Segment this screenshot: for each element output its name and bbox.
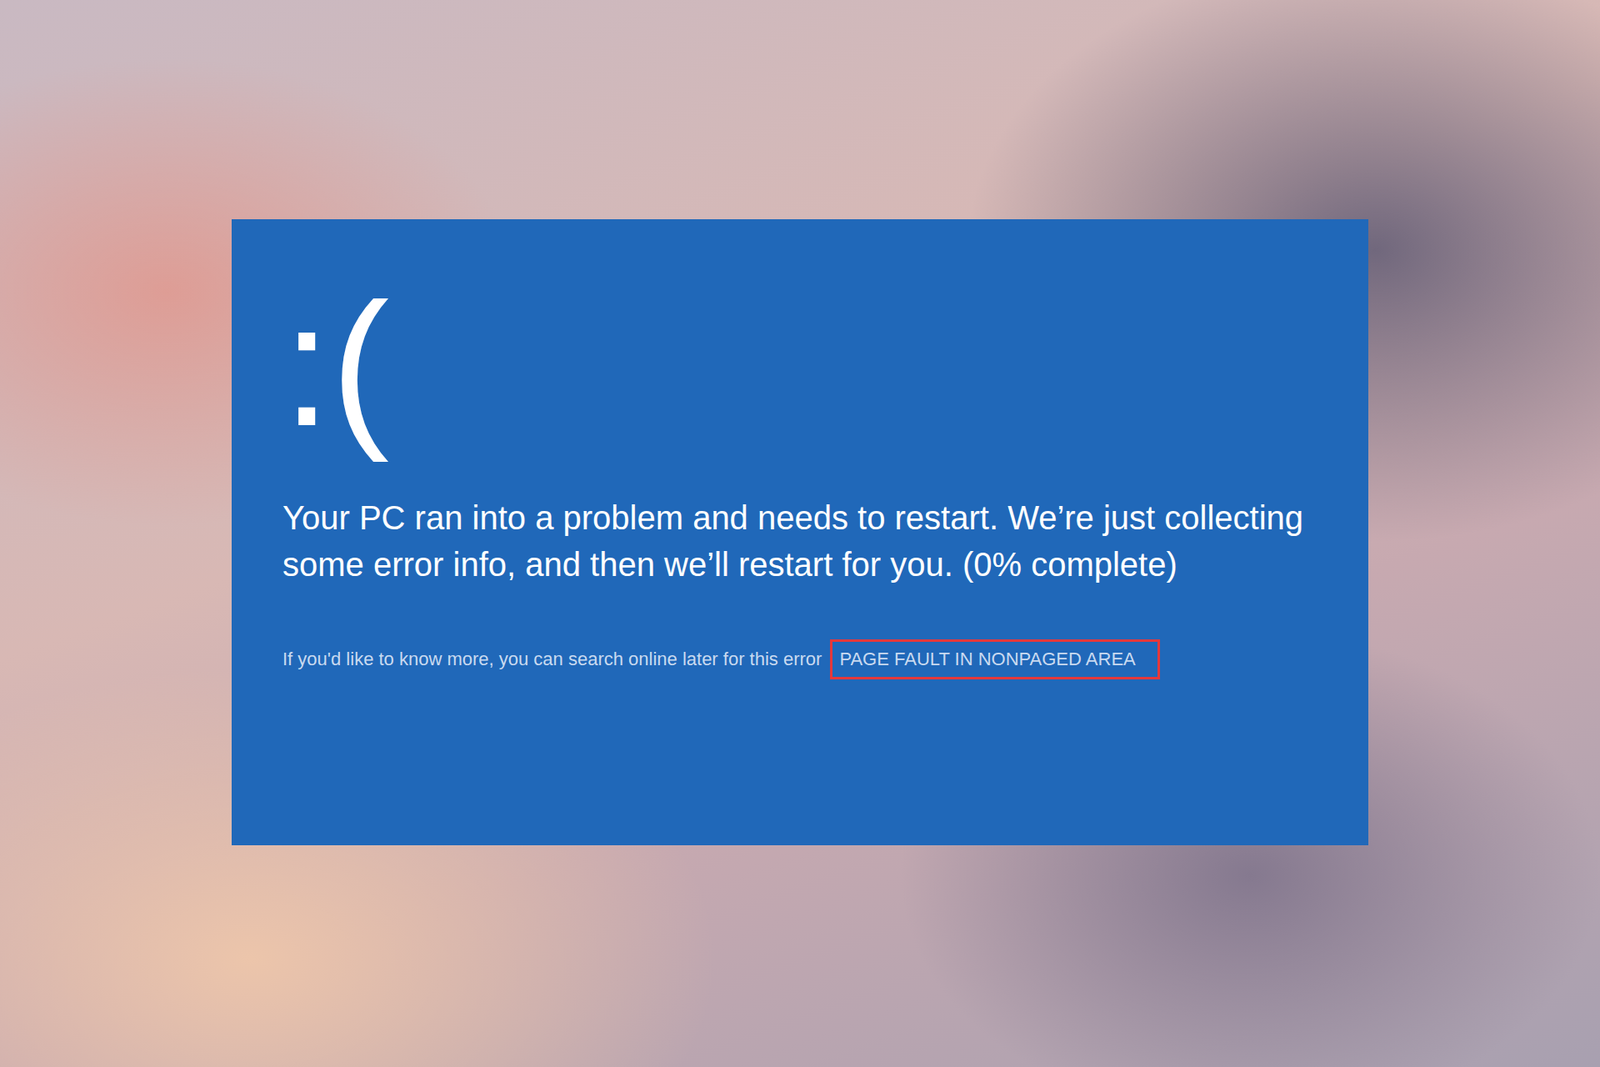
- hint-row: If you'd like to know more, you can sear…: [282, 639, 1335, 680]
- sad-face: :(: [282, 277, 1335, 453]
- sky-background: :( Your PC ran into a problem and needs t…: [0, 0, 1600, 1067]
- stop-code: PAGE FAULT IN NONPAGED AREA: [830, 639, 1160, 680]
- hint-text: If you'd like to know more, you can sear…: [282, 648, 822, 670]
- blue-screen: :( Your PC ran into a problem and needs t…: [231, 219, 1369, 845]
- error-message: Your PC ran into a problem and needs to …: [282, 494, 1335, 588]
